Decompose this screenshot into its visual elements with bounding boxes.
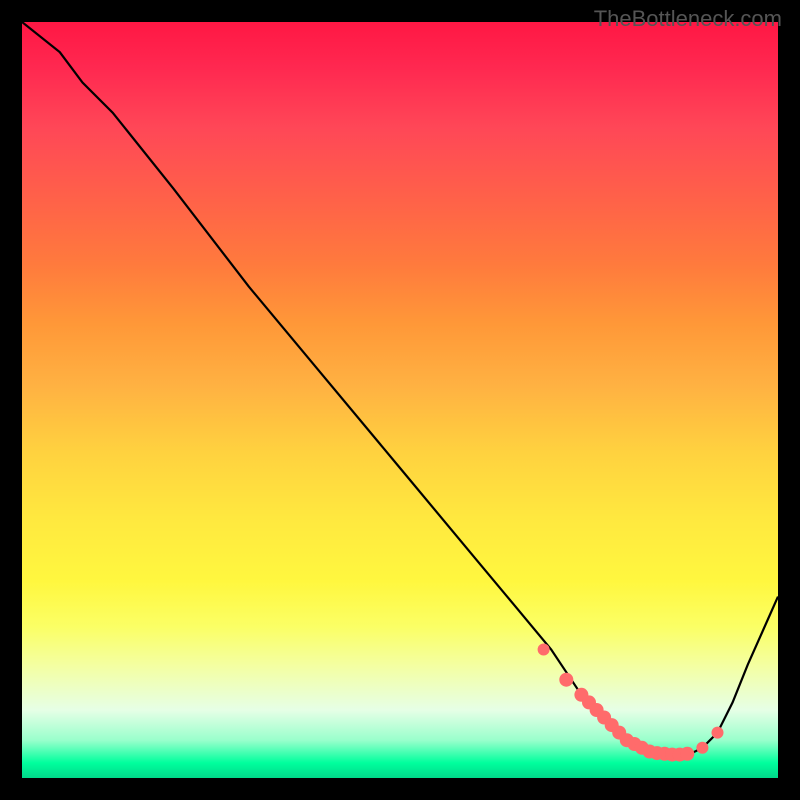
curve-line (22, 22, 778, 755)
chart-svg (22, 22, 778, 778)
highlight-dot (696, 742, 708, 754)
highlight-dot (538, 644, 550, 656)
highlight-dot (680, 747, 694, 761)
highlight-dot (712, 727, 724, 739)
watermark-text: TheBottleneck.com (594, 6, 782, 32)
plot-area (22, 22, 778, 778)
highlight-dots (538, 644, 724, 762)
highlight-dot (559, 673, 573, 687)
